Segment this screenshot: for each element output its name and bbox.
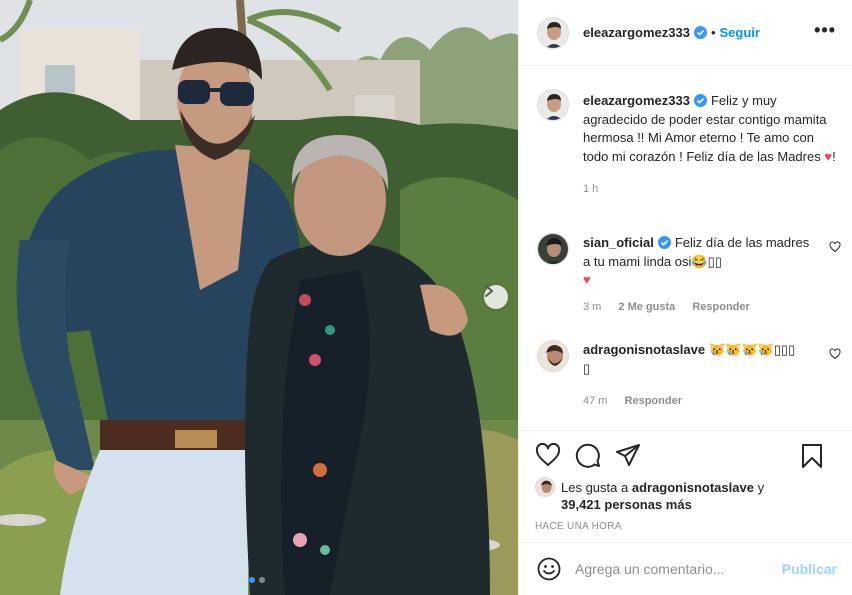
bookmark-icon xyxy=(802,444,822,468)
carousel-indicator xyxy=(249,577,265,583)
liked-by-prefix: Les gusta a xyxy=(561,480,629,495)
avatar-image xyxy=(538,90,568,120)
avatar-image xyxy=(538,17,568,48)
comment-reply-button[interactable]: Responder xyxy=(625,395,682,407)
comment-input[interactable] xyxy=(575,561,782,577)
commenter-avatar[interactable] xyxy=(537,233,569,265)
author-avatar[interactable] xyxy=(537,16,569,49)
publish-button[interactable]: Publicar xyxy=(782,561,837,577)
follow-separator: • xyxy=(710,25,716,40)
save-button[interactable] xyxy=(801,443,823,469)
avatar-image xyxy=(538,234,568,264)
comment-bubble-icon xyxy=(575,443,600,468)
comment-username[interactable]: sian_oficial xyxy=(583,235,654,250)
heart-icon xyxy=(535,443,561,466)
verified-badge-icon xyxy=(693,26,707,39)
author-avatar[interactable] xyxy=(537,89,569,121)
share-button[interactable] xyxy=(615,443,641,467)
avatar-image xyxy=(538,341,568,371)
comment-time[interactable]: 3 m xyxy=(583,301,601,313)
caption-text-end: ! xyxy=(832,148,836,164)
liked-by-user[interactable]: adragonisnotaslave xyxy=(632,480,754,495)
paper-plane-icon xyxy=(616,444,640,466)
caption-body: eleazargomez333 Feliz y muy agradecido de… xyxy=(583,92,837,199)
comment-body: adragonisnotaslave 😿😿😿😿▯▯▯ ▯ 47 m Respond… xyxy=(583,341,837,411)
comment-text-line2: ▯ xyxy=(583,360,591,376)
emoji-icon[interactable] xyxy=(537,557,561,581)
comment-username[interactable]: adragonisnotaslave xyxy=(583,342,705,357)
liked-by-text: Les gusta a adragonisnotaslave y 39,421 … xyxy=(561,479,764,513)
chevron-right-icon xyxy=(485,285,494,297)
comment-text: 😿😿😿😿▯▯▯ xyxy=(709,342,796,357)
like-comment-heart-icon[interactable] xyxy=(829,348,841,360)
caption-row: eleazargomez333 Feliz y muy agradecido de… xyxy=(537,89,837,199)
post-actions: Les gusta a adragonisnotaslave y 39,421 … xyxy=(519,430,852,542)
comment-heart-emoji: ♥ xyxy=(583,272,591,287)
comment-button[interactable] xyxy=(575,442,601,468)
action-icons xyxy=(535,431,837,479)
photo-illustration xyxy=(0,0,518,595)
follow-button[interactable]: Seguir xyxy=(720,25,760,40)
comment-meta: 3 m 2 Me gusta Responder xyxy=(583,298,819,317)
post-header: eleazargomez333 • Seguir ••• xyxy=(519,0,852,66)
carousel-dot xyxy=(259,577,265,583)
heart-emoji: ♥ xyxy=(824,148,833,164)
like-button[interactable] xyxy=(535,443,561,467)
commenter-avatar[interactable] xyxy=(537,340,569,372)
comment-item: sian_oficial Feliz día de las madres a tu… xyxy=(537,233,841,316)
verified-badge-icon xyxy=(693,94,707,107)
comment-meta: 47 m Responder xyxy=(583,392,819,411)
like-comment-heart-icon[interactable] xyxy=(829,241,841,253)
liked-by-join: y xyxy=(757,480,765,495)
comment-item: adragonisnotaslave 😿😿😿😿▯▯▯ ▯ 47 m Respond… xyxy=(537,340,841,411)
comment-emoji: 😂▯▯ xyxy=(691,253,722,269)
comment-reply-button[interactable]: Responder xyxy=(692,301,749,313)
avatar-image xyxy=(536,478,554,496)
post-timestamp[interactable]: HACE UNA HORA xyxy=(535,521,837,532)
post-panel: eleazargomez333 • Seguir ••• eleazargome… xyxy=(518,0,852,595)
comment-body: sian_oficial Feliz día de las madres a tu… xyxy=(583,234,837,316)
caption-username[interactable]: eleazargomez333 xyxy=(583,93,690,108)
liked-by: Les gusta a adragonisnotaslave y 39,421 … xyxy=(535,477,837,513)
carousel-dot-active xyxy=(249,577,255,583)
comment-likes[interactable]: 2 Me gusta xyxy=(618,301,675,313)
comment-time[interactable]: 47 m xyxy=(583,395,607,407)
caption-meta: 1 h xyxy=(583,180,837,199)
comments-list[interactable]: eleazargomez333 Feliz y muy agradecido de… xyxy=(519,67,852,430)
post-photo[interactable] xyxy=(0,0,518,595)
carousel-next-button[interactable] xyxy=(484,285,508,309)
caption-time[interactable]: 1 h xyxy=(583,183,598,195)
add-comment-bar: Publicar xyxy=(519,542,852,595)
author-username[interactable]: eleazargomez333 xyxy=(583,25,690,40)
verified-badge-icon xyxy=(657,236,671,249)
likes-count[interactable]: 39,421 personas más xyxy=(561,497,692,512)
more-options-button[interactable]: ••• xyxy=(814,21,836,41)
liker-avatar[interactable] xyxy=(535,477,555,497)
